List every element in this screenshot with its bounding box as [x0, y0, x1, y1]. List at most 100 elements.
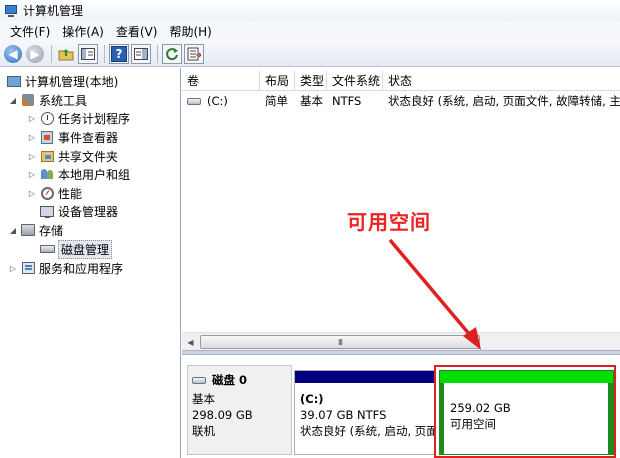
unallocated-right-border — [608, 383, 613, 455]
services-icon — [20, 261, 36, 275]
menu-help[interactable]: 帮助(H) — [163, 23, 217, 40]
expanded-arrow-icon[interactable]: ◢ — [8, 96, 18, 105]
column-header-volume[interactable]: 卷 — [182, 71, 260, 90]
collapsed-arrow-icon[interactable]: ▷ — [27, 170, 37, 179]
export-icon — [187, 47, 201, 60]
tree-label: 共享文件夹 — [58, 149, 119, 164]
disk-graphical-view: 磁盘 0 基本 298.09 GB 联机 (C:) 39.07 GB NTFS … — [182, 355, 620, 458]
navigation-tree: 计算机管理(本地) ◢ 系统工具 ▷ 任务计划程序 ▷ 事件查看器 ▷ 共享文件… — [0, 68, 181, 458]
tree-label: 事件查看器 — [58, 130, 119, 145]
tree-label: 存储 — [39, 223, 64, 238]
forward-arrow-icon: ▶ — [26, 44, 44, 63]
help-icon: ? — [111, 45, 127, 62]
toolbar-separator — [51, 44, 52, 63]
clock-icon — [39, 111, 55, 125]
up-level-button[interactable] — [56, 44, 76, 64]
unallocated-size: 259.02 GB — [450, 401, 511, 415]
show-hide-tree-icon — [81, 47, 95, 60]
volume-icon — [187, 97, 201, 105]
computer-management-icon — [4, 4, 18, 18]
disk-name: 磁盘 0 — [192, 372, 287, 388]
collapsed-arrow-icon[interactable]: ▷ — [27, 189, 37, 198]
refresh-button[interactable] — [162, 43, 182, 64]
show-hide-tree-button[interactable] — [78, 43, 98, 64]
scroll-left-icon[interactable]: ◀ — [182, 334, 199, 350]
disk-management-icon — [39, 242, 55, 256]
tree-item-event-viewer[interactable]: ▷ 事件查看器 — [27, 128, 118, 146]
scrollbar-thumb[interactable]: III — [200, 335, 480, 349]
volume-list-header: 卷 布局 类型 文件系统 状态 — [182, 71, 620, 91]
properties-button[interactable] — [131, 43, 151, 64]
partition-c-bar — [295, 371, 435, 383]
partition-c-size: 39.07 GB NTFS — [300, 408, 387, 422]
properties-icon — [134, 47, 148, 60]
collapsed-arrow-icon[interactable]: ▷ — [27, 152, 37, 161]
tree-item-task-scheduler[interactable]: ▷ 任务计划程序 — [27, 109, 130, 127]
tree-item-performance[interactable]: ▷ 性能 — [27, 184, 82, 202]
tree-item-services-applications[interactable]: ▷ 服务和应用程序 — [8, 259, 123, 277]
users-icon — [39, 167, 55, 181]
menu-file[interactable]: 文件(F) — [4, 23, 56, 40]
help-button[interactable]: ? — [109, 43, 129, 64]
partition-unallocated[interactable]: 259.02 GB 可用空间 — [439, 370, 614, 455]
column-header-layout[interactable]: 布局 — [260, 71, 295, 90]
storage-icon — [20, 223, 36, 237]
forward-button[interactable]: ▶ — [25, 44, 45, 64]
tree-label: 计算机管理(本地) — [25, 74, 119, 89]
tree-item-disk-management[interactable]: 磁盘管理 — [37, 239, 113, 259]
collapsed-arrow-icon[interactable]: ▷ — [27, 133, 37, 142]
tree-label: 任务计划程序 — [58, 111, 131, 126]
collapsed-arrow-icon[interactable]: ▷ — [27, 114, 37, 123]
expanded-arrow-icon[interactable]: ◢ — [8, 226, 18, 235]
unallocated-bar — [440, 371, 613, 383]
collapsed-arrow-icon[interactable]: ▷ — [8, 264, 18, 273]
menu-bar: 文件(F) 操作(A) 查看(V) 帮助(H) — [0, 21, 620, 41]
table-row[interactable]: (C:) 简单 基本 NTFS 状态良好 (系统, 启动, 页面文件, 故障转储… — [182, 92, 620, 110]
disk-name-label: 磁盘 0 — [212, 373, 248, 387]
menu-action[interactable]: 操作(A) — [56, 23, 110, 40]
disk-0-info[interactable]: 磁盘 0 基本 298.09 GB 联机 — [187, 365, 292, 455]
tools-icon — [20, 93, 36, 107]
column-header-filesystem[interactable]: 文件系统 — [327, 71, 383, 90]
computer-icon — [6, 74, 22, 88]
volume-cell: (C:) — [182, 94, 260, 108]
performance-icon — [39, 186, 55, 200]
back-button[interactable]: ◀ — [3, 44, 23, 64]
refresh-icon — [166, 47, 178, 60]
tree-item-computer-management[interactable]: 计算机管理(本地) — [4, 72, 118, 90]
column-header-type[interactable]: 类型 — [295, 71, 327, 90]
tree-label: 性能 — [58, 186, 83, 201]
tree-label: 服务和应用程序 — [39, 261, 124, 276]
menu-view[interactable]: 查看(V) — [110, 23, 164, 40]
toolbar-separator — [104, 44, 105, 63]
title-bar: 计算机管理 — [0, 0, 620, 21]
status-cell: 状态良好 (系统, 启动, 页面文件, 故障转储, 主分 — [388, 94, 620, 108]
tree-item-shared-folders[interactable]: ▷ 共享文件夹 — [27, 147, 118, 165]
unallocated-desc: 可用空间 — [450, 417, 496, 431]
type-cell: 基本 — [300, 94, 323, 108]
tree-label: 本地用户和组 — [58, 167, 131, 182]
disk-icon — [192, 376, 206, 384]
layout-cell: 简单 — [265, 94, 288, 108]
tree-item-device-manager[interactable]: 设备管理器 — [37, 202, 118, 220]
toolbar: ◀ ▶ ? — [0, 41, 620, 67]
tree-label: 系统工具 — [39, 93, 88, 108]
horizontal-scrollbar[interactable]: ◀ III — [182, 332, 620, 350]
back-arrow-icon: ◀ — [4, 44, 22, 63]
window-title: 计算机管理 — [23, 4, 84, 18]
disk-type: 基本 — [192, 392, 215, 406]
up-folder-icon — [58, 48, 74, 60]
partition-c-label: (C:) — [300, 392, 324, 406]
shared-folder-icon — [39, 149, 55, 163]
column-header-status[interactable]: 状态 — [383, 71, 620, 90]
export-list-button[interactable] — [184, 43, 204, 64]
disk-state: 联机 — [192, 424, 215, 438]
tree-item-system-tools[interactable]: ◢ 系统工具 — [8, 91, 87, 109]
event-viewer-icon — [39, 130, 55, 144]
device-manager-icon — [39, 204, 55, 218]
tree-item-storage[interactable]: ◢ 存储 — [8, 221, 63, 239]
partition-c[interactable]: (C:) 39.07 GB NTFS 状态良好 (系统, 启动, 页面 — [294, 370, 436, 455]
toolbar-separator — [157, 44, 158, 63]
volume-list: 卷 布局 类型 文件系统 状态 (C:) 简单 基本 NTFS 状态良好 (系统… — [182, 68, 620, 330]
tree-item-local-users[interactable]: ▷ 本地用户和组 — [27, 165, 130, 183]
